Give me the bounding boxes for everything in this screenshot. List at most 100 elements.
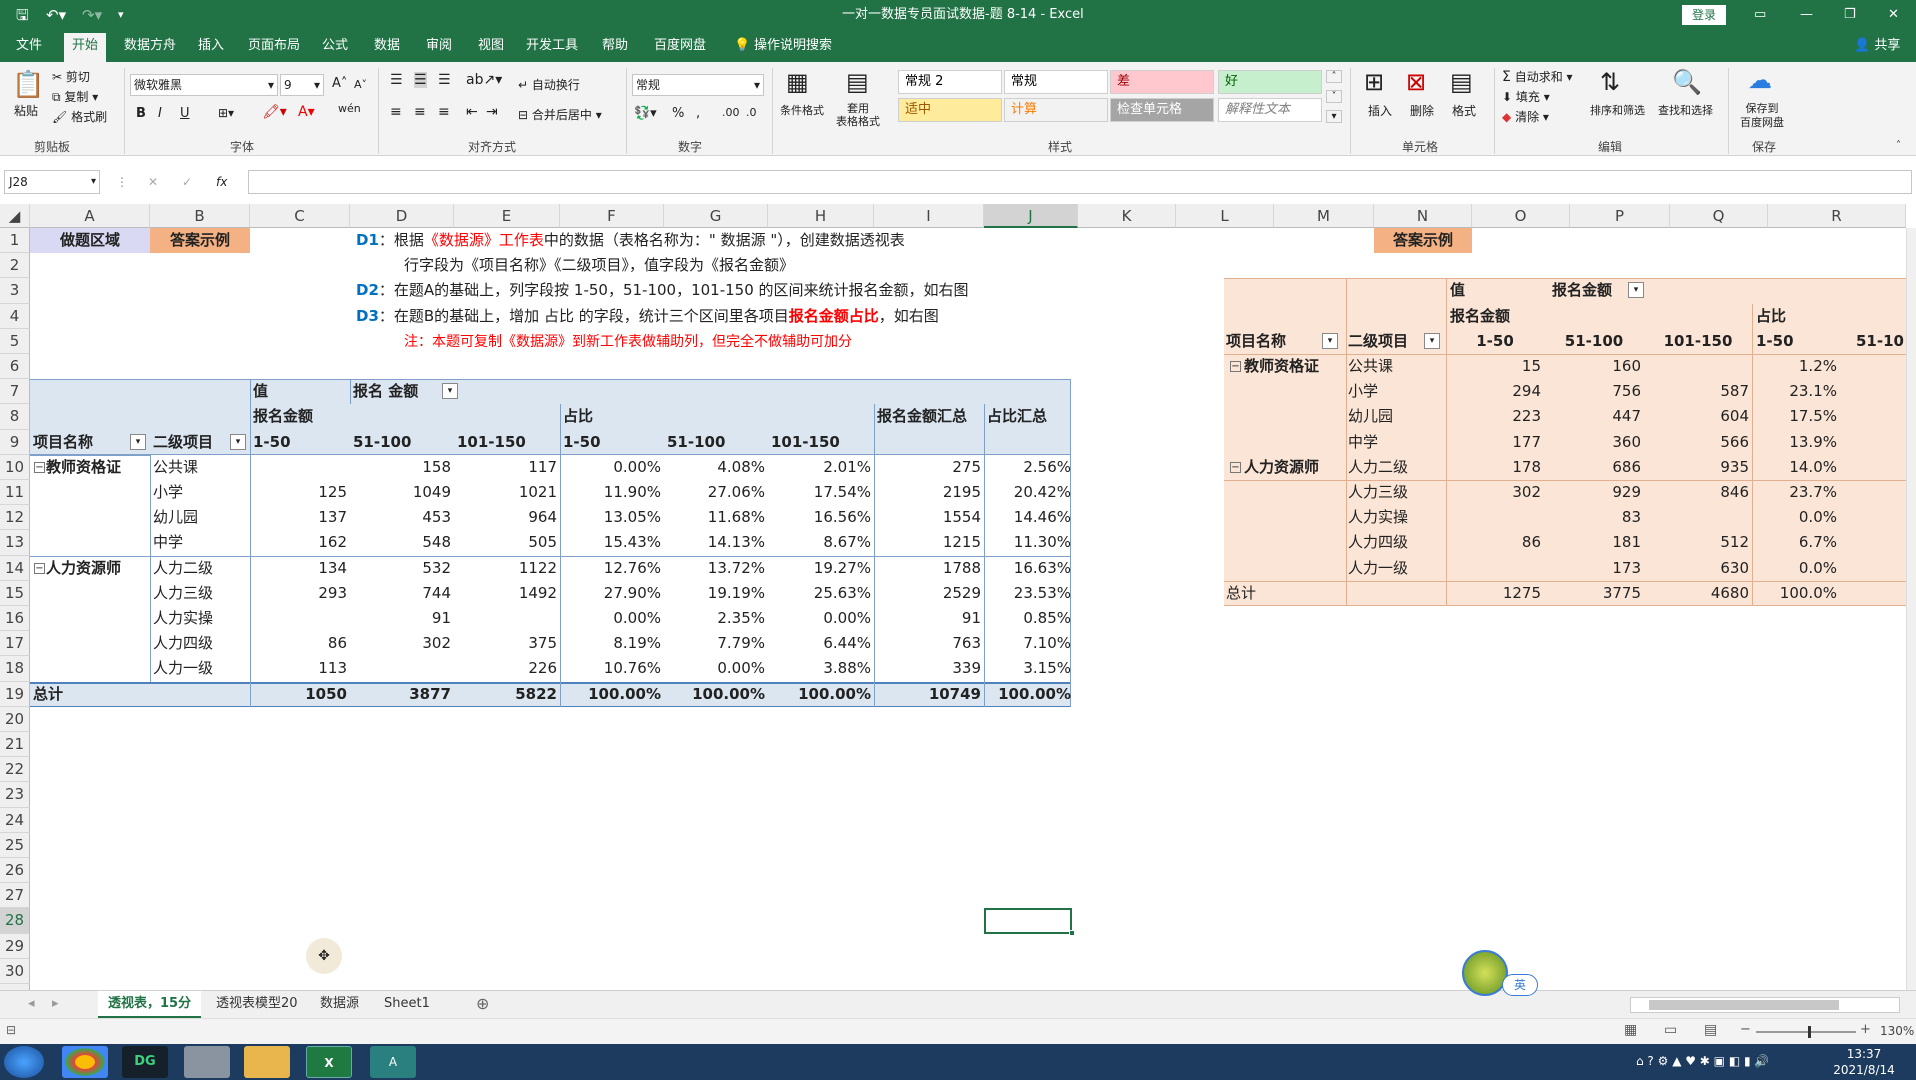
app-icon[interactable] <box>184 1046 230 1078</box>
cut-button[interactable]: ✂ 剪切 <box>52 68 90 85</box>
filter-dropdown-icon[interactable]: ▾ <box>1322 332 1338 349</box>
pivot-row-label[interactable]: 人力二级 <box>1348 455 1448 480</box>
column-header[interactable]: D <box>350 204 454 228</box>
pivot-value-cell[interactable]: 11.90% <box>560 480 664 505</box>
pivot-value-cell[interactable]: 275 <box>874 455 984 480</box>
pivot-value-cell[interactable]: 6.44% <box>768 631 874 656</box>
row-header[interactable]: 29 <box>0 933 30 959</box>
row-header[interactable]: 13 <box>0 530 30 556</box>
align-bottom-icon[interactable]: ☰ <box>438 72 451 88</box>
tab-data[interactable]: 数据 <box>366 30 408 62</box>
file-explorer-icon[interactable] <box>244 1046 290 1078</box>
undo-icon[interactable]: ↶▾ <box>46 0 66 30</box>
pivot-value-cell[interactable]: 7.79% <box>664 631 768 656</box>
delete-cells-button[interactable]: 删除 <box>1410 102 1434 119</box>
pivot-value-cell[interactable]: 604 <box>1644 404 1752 429</box>
pivot-value-cell[interactable]: 512 <box>1644 530 1752 555</box>
font-name-select[interactable]: 微软雅黑 ▾ <box>130 74 278 96</box>
cell-style-option[interactable]: 计算 <box>1004 98 1108 122</box>
pivot-value-cell[interactable]: 15.43% <box>560 530 664 555</box>
zoom-level[interactable]: 130% <box>1880 1024 1914 1038</box>
pivot-value-cell[interactable]: 8.67% <box>768 530 874 555</box>
decrease-decimal-icon[interactable]: .0 <box>746 106 757 119</box>
row-header[interactable]: 8 <box>0 404 30 430</box>
pivot-total-cell[interactable]: 5822 <box>454 682 560 707</box>
next-sheet-icon[interactable]: ▸ <box>42 991 69 1019</box>
pivot-value-cell[interactable]: 14.46% <box>984 505 1074 530</box>
pivot-col-header[interactable]: 占比 <box>560 404 664 429</box>
column-header[interactable]: L <box>1176 204 1274 228</box>
pivot-value-cell[interactable]: 375 <box>454 631 560 656</box>
pivot-row-label[interactable]: 人力三级 <box>1348 480 1448 505</box>
pivot-bin-header[interactable]: 51-10 <box>1856 329 1906 354</box>
pivot-value-cell[interactable]: 1049 <box>350 480 454 505</box>
row-header[interactable]: 23 <box>0 782 30 808</box>
paste-button[interactable]: 粘贴 <box>14 102 38 119</box>
pivot-row-label[interactable]: 人力三级 <box>150 581 250 606</box>
pivot-value-cell[interactable]: 0.00% <box>768 606 874 631</box>
collapse-icon[interactable]: − <box>1230 361 1241 372</box>
pivot-value-cell[interactable]: 0.85% <box>984 606 1074 631</box>
tab-review[interactable]: 审阅 <box>418 30 460 62</box>
row-header[interactable]: 9 <box>0 429 30 455</box>
row-header[interactable]: 30 <box>0 958 30 984</box>
close-icon[interactable]: ✕ <box>1888 0 1899 30</box>
pivot-row-label[interactable]: 人力实操 <box>1348 505 1448 530</box>
cancel-icon[interactable]: ✕ <box>148 170 158 194</box>
clock[interactable]: 13:37 2021/8/14 <box>1824 1046 1904 1078</box>
delete-cells-icon[interactable]: ⊠ <box>1406 68 1426 96</box>
pivot-value-cell[interactable]: 13.72% <box>664 556 768 581</box>
gallery-more-icon[interactable]: ▾ <box>1326 110 1342 123</box>
pivot-row-header[interactable]: 项目名称 <box>1226 329 1326 354</box>
pivot-value-cell[interactable]: 294 <box>1446 379 1544 404</box>
sheet-tab-active[interactable]: 透视表，15分 <box>98 991 202 1019</box>
pivot-value-cell[interactable]: 226 <box>454 656 560 681</box>
pivot-value-cell[interactable]: 453 <box>350 505 454 530</box>
pivot-row-label[interactable]: 人力四级 <box>150 631 250 656</box>
pivot-value-cell[interactable]: 162 <box>250 530 350 555</box>
ribbon-display-icon[interactable]: ▭ <box>1754 0 1766 30</box>
pivot-value-cell[interactable]: 1788 <box>874 556 984 581</box>
pivot-row-label[interactable]: 教师资格证 <box>46 455 150 480</box>
pivot-value-cell[interactable]: 7.10% <box>984 631 1074 656</box>
pivot-value-cell[interactable]: 1492 <box>454 581 560 606</box>
column-header[interactable]: A <box>30 204 150 228</box>
pivot-value-cell[interactable]: 505 <box>454 530 560 555</box>
cell-style-option[interactable]: 好 <box>1218 70 1322 94</box>
underline-button[interactable]: U <box>180 106 190 121</box>
tab-baidu-netdisk[interactable]: 百度网盘 <box>646 30 714 62</box>
pivot-value-cell[interactable]: 2529 <box>874 581 984 606</box>
column-header[interactable]: C <box>250 204 350 228</box>
macro-record-icon[interactable]: ⊟ <box>6 1023 16 1037</box>
pivot-value-cell[interactable] <box>250 455 350 480</box>
pivot-row-label[interactable]: 中学 <box>1348 430 1448 455</box>
currency-icon[interactable]: 💱▾ <box>634 106 657 121</box>
row-header[interactable]: 11 <box>0 480 30 506</box>
pivot-total-label[interactable]: 总计 <box>1226 581 1326 606</box>
orientation-icon[interactable]: ab↗▾ <box>466 72 502 88</box>
collapse-icon[interactable]: − <box>34 562 45 574</box>
pivot-value-cell[interactable]: 11.30% <box>984 530 1074 555</box>
pivot-value-cell[interactable]: 964 <box>454 505 560 530</box>
pivot-total-cell[interactable]: 1050 <box>250 682 350 707</box>
pivot-value-cell[interactable]: 0.00% <box>664 656 768 681</box>
column-header[interactable]: F <box>560 204 664 228</box>
row-header[interactable]: 21 <box>0 732 30 758</box>
pivot-value-cell[interactable]: 14.0% <box>1752 455 1840 480</box>
pivot-value-cell[interactable]: 447 <box>1544 404 1644 429</box>
row-header[interactable]: 5 <box>0 328 30 354</box>
minimize-icon[interactable]: — <box>1800 0 1813 30</box>
pivot-value-cell[interactable]: 2.56% <box>984 455 1074 480</box>
column-header[interactable]: E <box>454 204 560 228</box>
zoom-slider-thumb[interactable] <box>1808 1026 1811 1038</box>
pivot-bin-header[interactable]: 101-150 <box>1644 329 1752 354</box>
pivot-row-label[interactable]: 幼儿园 <box>150 505 250 530</box>
sheet-tab[interactable]: 透视表模型20 <box>206 991 308 1019</box>
clear-button[interactable]: ◆ 清除 ▾ <box>1502 108 1549 125</box>
datagrip-icon[interactable]: DG <box>122 1046 168 1078</box>
row-header[interactable]: 10 <box>0 454 30 480</box>
find-select-button[interactable]: 查找和选择 <box>1658 102 1713 118</box>
table-format-button[interactable]: 套用 表格格式 <box>836 102 880 128</box>
pivot-value-cell[interactable]: 0.00% <box>560 455 664 480</box>
tab-help[interactable]: 帮助 <box>594 30 636 62</box>
